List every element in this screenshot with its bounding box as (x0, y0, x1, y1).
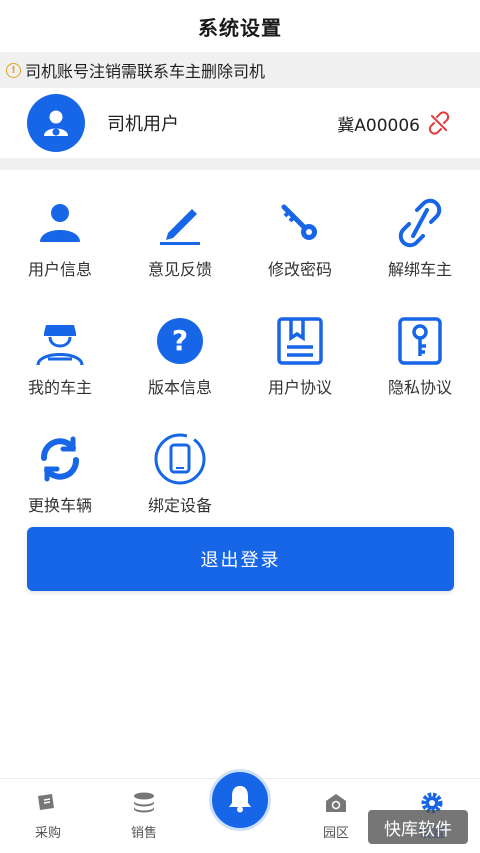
grid-item-change-password[interactable]: 修改密码 (240, 180, 360, 286)
pencil-icon (153, 196, 207, 250)
grid-item-version-info[interactable]: ? 版本信息 (120, 298, 240, 404)
grid-item-bind-device[interactable]: 绑定设备 (120, 416, 240, 522)
grid-item-label: 绑定设备 (147, 496, 212, 515)
tab-purchase[interactable]: 采购 (0, 779, 96, 853)
notice-bar: ! 司机账号注销需联系车主删除司机 (0, 52, 480, 88)
app-header: 系统设置 (0, 0, 480, 52)
grid-item-user-agreement[interactable]: 用户协议 (240, 298, 360, 404)
driver-icon (33, 314, 87, 368)
user-icon (33, 196, 87, 250)
grid-item-label: 修改密码 (267, 260, 332, 279)
grid-item-privacy-agreement[interactable]: 隐私协议 (360, 298, 480, 404)
question-icon: ? (153, 314, 207, 368)
grid-item-label: 用户信息 (27, 260, 92, 279)
unlink-icon[interactable] (426, 110, 452, 136)
watermark: 快库软件 (368, 810, 468, 844)
grid-item-unbind-owner[interactable]: 解绑车主 (360, 180, 480, 286)
unlink-icon (393, 196, 447, 250)
grid-item-feedback[interactable]: 意见反馈 (120, 180, 240, 286)
license-plate: 冀A00006 (337, 115, 420, 136)
section-divider (0, 158, 480, 170)
grid-item-label: 我的车主 (27, 378, 92, 397)
tab-label: 园区 (322, 826, 349, 841)
notice-text: 司机账号注销需联系车主删除司机 (25, 62, 266, 81)
tablet-icon (153, 432, 207, 486)
logout-button[interactable]: 退出登录 (27, 527, 454, 591)
warning-icon: ! (6, 62, 21, 78)
settings-grid: 用户信息 意见反馈 修改密码 解绑车主 我的车主 ? 版本信息 用户协议 隐私协… (0, 170, 480, 522)
park-icon (323, 790, 349, 816)
grid-item-my-owner[interactable]: 我的车主 (0, 298, 120, 404)
key-icon (273, 196, 327, 250)
coins-icon (131, 790, 157, 816)
page-title: 系统设置 (198, 15, 282, 40)
bell-icon (226, 783, 254, 817)
grid-item-change-vehicle[interactable]: 更换车辆 (0, 416, 120, 522)
bookmark-document-icon (273, 314, 327, 368)
refresh-icon (33, 432, 87, 486)
tab-sales[interactable]: 销售 (96, 779, 192, 853)
key-card-icon (393, 314, 447, 368)
grid-item-label: 解绑车主 (387, 260, 452, 279)
grid-item-label: 隐私协议 (387, 378, 452, 397)
grid-item-user-info[interactable]: 用户信息 (0, 180, 120, 286)
grid-item-label: 用户协议 (267, 378, 332, 397)
tab-label: 销售 (130, 826, 157, 841)
tab-label: 采购 (34, 826, 61, 841)
grid-item-label: 更换车辆 (27, 496, 92, 515)
profile-name: 司机用户 (107, 114, 179, 135)
purchase-icon (35, 790, 61, 816)
profile-card: 司机用户 冀A00006 (0, 88, 480, 158)
notification-button[interactable] (209, 769, 271, 831)
grid-item-label: 版本信息 (147, 378, 212, 397)
driver-avatar-icon (27, 94, 85, 152)
svg-text:?: ? (172, 324, 188, 357)
grid-item-label: 意见反馈 (147, 260, 212, 279)
